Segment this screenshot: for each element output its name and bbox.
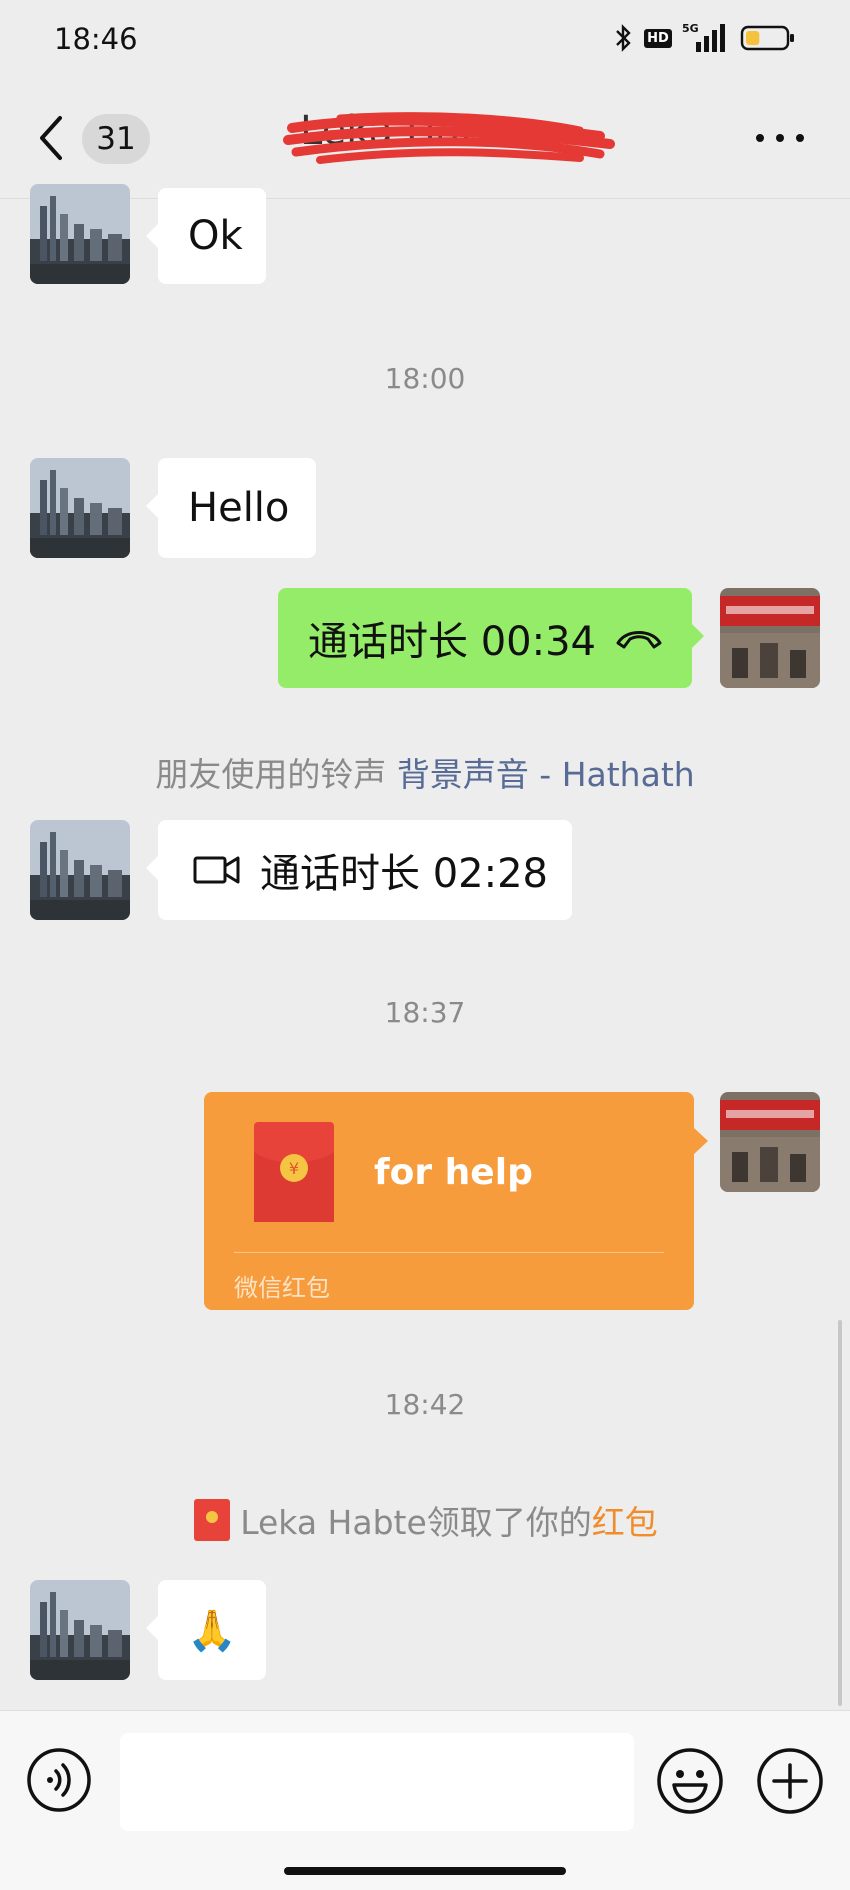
red-envelope-small-icon	[194, 1499, 231, 1541]
avatar[interactable]	[30, 820, 130, 920]
message-bubble[interactable]: Hello	[146, 458, 316, 558]
more-options-button[interactable]	[752, 128, 808, 148]
skyline-avatar-icon	[30, 184, 130, 284]
home-indicator[interactable]	[284, 1867, 566, 1875]
status-time: 18:46	[54, 22, 138, 56]
self-avatar[interactable]	[720, 1092, 820, 1192]
message-bubble[interactable]: 🙏	[146, 1580, 266, 1680]
battery-icon	[740, 22, 796, 54]
voice-input-button[interactable]	[26, 1747, 92, 1813]
red-packet-label: 微信红包	[234, 1274, 330, 1302]
timestamp: 18:37	[384, 996, 466, 1029]
smiley-icon	[657, 1748, 723, 1814]
skyline-avatar-icon	[30, 820, 130, 920]
plus-icon	[757, 1748, 823, 1814]
scrollbar[interactable]	[838, 1320, 842, 1706]
call-duration-text: 通话时长 02:28	[260, 851, 548, 897]
message-text: Hello	[188, 485, 290, 531]
red-packet-divider	[234, 1252, 664, 1253]
ringtone-notice: 朋友使用的铃声 背景声音 - Hathath	[0, 748, 850, 796]
hd-badge: HD	[644, 22, 672, 54]
unread-count-badge[interactable]: 31	[82, 114, 150, 164]
chat-header: 31 Leka Habte	[0, 78, 850, 199]
ringtone-song-link[interactable]: 背景声音 - Hathath	[397, 755, 695, 794]
svg-text:¥: ¥	[289, 1159, 299, 1178]
emoji-button[interactable]	[656, 1747, 724, 1815]
timestamp: 18:00	[384, 362, 466, 395]
call-record-bubble[interactable]: 通话时长 00:34	[278, 588, 704, 688]
skyline-avatar-icon	[30, 1580, 130, 1680]
avatar[interactable]	[30, 458, 130, 558]
ringtone-prefix: 朋友使用的铃声	[155, 755, 387, 794]
input-bar	[0, 1710, 850, 1890]
banner-avatar-icon	[720, 1092, 820, 1192]
red-packet-title: for help	[374, 1152, 533, 1193]
chevron-left-icon	[40, 116, 62, 160]
red-envelope-icon: ¥	[254, 1122, 334, 1222]
red-packet-message[interactable]: ¥ for help 微信红包	[204, 1092, 708, 1310]
more-dots-icon	[756, 134, 804, 142]
claim-red-packet-link[interactable]: 红包	[592, 1496, 658, 1544]
timestamp: 18:42	[384, 1388, 466, 1421]
message-text: Ok	[188, 213, 243, 259]
emoji-message: 🙏	[187, 1607, 237, 1654]
redaction-scribble	[283, 112, 615, 164]
avatar[interactable]	[30, 1580, 130, 1680]
red-packet-claim-notice: Leka Habte领取了你的 红包	[0, 1496, 850, 1544]
avatar[interactable]	[30, 184, 130, 284]
call-duration-text: 通话时长 00:34	[308, 619, 596, 665]
bluetooth-icon	[612, 22, 634, 54]
skyline-avatar-icon	[30, 458, 130, 558]
video-camera-icon	[193, 856, 240, 884]
message-bubble[interactable]: Ok	[146, 188, 266, 284]
claim-text: Leka Habte领取了你的	[240, 1503, 592, 1542]
message-input[interactable]	[120, 1733, 634, 1831]
voice-icon	[27, 1748, 91, 1812]
phone-hangup-icon	[616, 631, 662, 649]
video-call-record-bubble[interactable]: 通话时长 02:28	[146, 820, 572, 920]
signal-icon: 5G	[682, 22, 730, 54]
self-avatar[interactable]	[720, 588, 820, 688]
back-button[interactable]	[30, 110, 74, 166]
banner-avatar-icon	[720, 588, 820, 688]
more-functions-button[interactable]	[756, 1747, 824, 1815]
